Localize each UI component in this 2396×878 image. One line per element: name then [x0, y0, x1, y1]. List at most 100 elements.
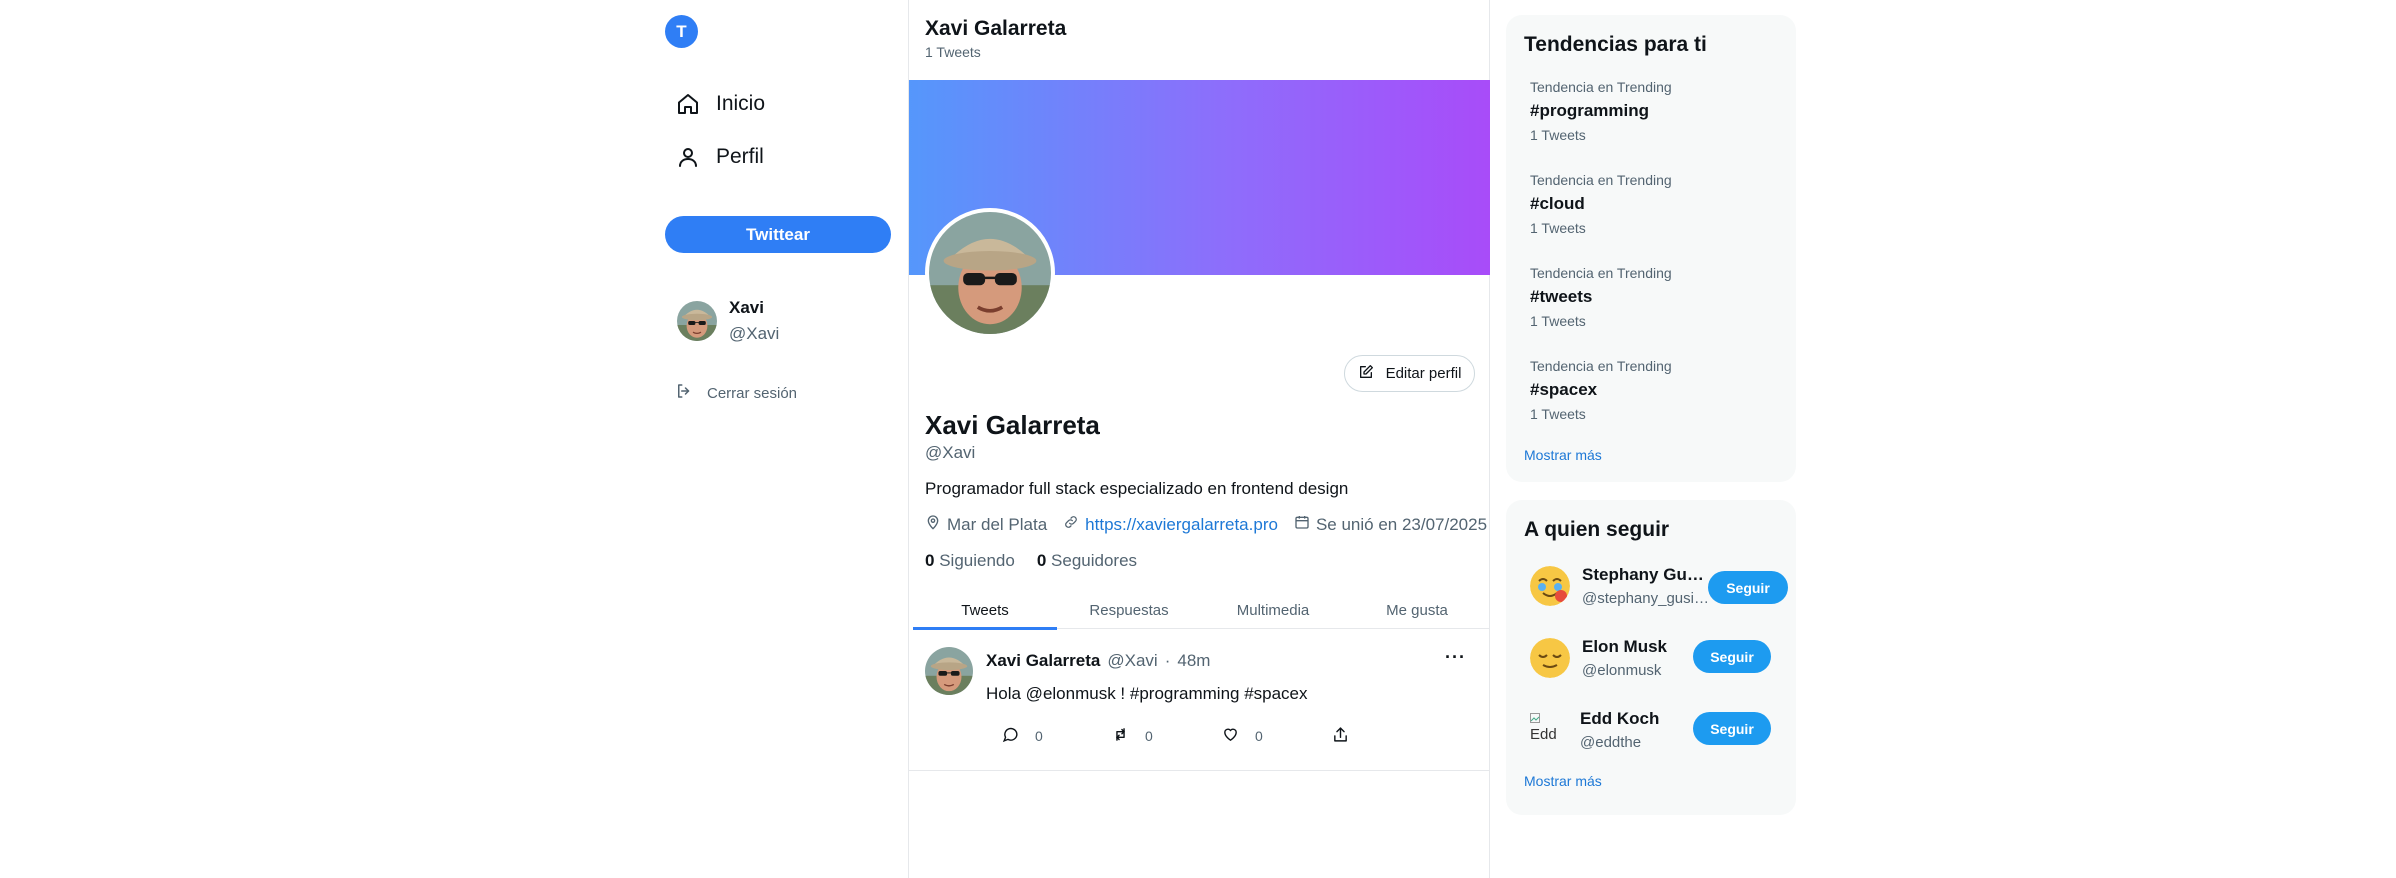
current-user[interactable]: Xavi @Xavi	[677, 298, 779, 344]
trend-count: 1 Tweets	[1530, 220, 1586, 236]
emoji-avatar	[1530, 638, 1570, 678]
suggested-user-handle: @elonmusk	[1582, 662, 1662, 679]
follow-stats: 0 Siguiendo 0 Seguidores	[925, 551, 1137, 571]
following-count: 0	[925, 551, 935, 570]
trend-category: Tendencia en Trending	[1530, 358, 1672, 374]
location-icon	[925, 514, 941, 535]
trend-tag: #spacex	[1530, 380, 1598, 399]
main-column: Xavi Galarreta 1 Tweets Editar perfil Xa…	[908, 0, 1490, 878]
followers-stat[interactable]: 0 Seguidores	[1037, 551, 1137, 571]
tweet-text: Hola @elonmusk ! #programming #spacex	[986, 684, 1308, 703]
website-link[interactable]: https://xaviergalarreta.pro	[1085, 515, 1278, 535]
followers-count: 0	[1036, 551, 1047, 570]
suggested-user-name: Edd Koch	[1580, 709, 1660, 728]
trends-card: Tendencias para ti Tendencia en Trending…	[1506, 15, 1796, 482]
edit-icon	[1358, 364, 1374, 384]
profile-avatar[interactable]	[925, 208, 1055, 338]
who-to-follow-show-more-link[interactable]: Mostrar más	[1524, 773, 1602, 789]
user-icon	[674, 143, 702, 171]
retweet-button[interactable]: 0	[1096, 726, 1206, 746]
reply-icon	[1002, 726, 1019, 746]
trend-category: Tendencia en Trending	[1530, 79, 1672, 95]
logout-button[interactable]: Cerrar sesión	[675, 382, 797, 405]
tab-tweets[interactable]: Tweets	[913, 592, 1057, 630]
trend-tag: #tweets	[1530, 287, 1593, 306]
suggested-user-handle: @stephany_gusi…	[1582, 590, 1709, 607]
avatar[interactable]	[925, 647, 973, 695]
avatar	[677, 301, 717, 341]
nav-item-home[interactable]: Inicio	[674, 90, 765, 118]
reply-button[interactable]: 0	[986, 726, 1096, 746]
trend-category: Tendencia en Trending	[1530, 265, 1672, 281]
tab-multimedia[interactable]: Multimedia	[1201, 592, 1345, 628]
profile-handle: @Xavi	[925, 443, 976, 462]
left-sidebar: T Inicio Perfil Twittear Xavi @Xavi Cerr…	[658, 0, 898, 878]
logout-icon	[675, 382, 693, 405]
tweet-author-handle[interactable]: @Xavi	[1107, 651, 1157, 671]
trend-count: 1 Tweets	[1530, 127, 1586, 143]
current-user-name: Xavi	[729, 298, 764, 317]
suggested-user-name: Stephany Gus…	[1582, 565, 1712, 584]
share-button[interactable]	[1316, 726, 1426, 746]
profile-joined: Se unió en 23/07/2025	[1294, 514, 1487, 535]
tweet-button[interactable]: Twittear	[665, 216, 891, 253]
link-icon	[1063, 514, 1079, 535]
trend-count: 1 Tweets	[1530, 406, 1586, 422]
following-stat[interactable]: 0 Siguiendo	[925, 551, 1015, 571]
nav-label-home: Inicio	[716, 92, 766, 115]
like-button[interactable]: 0	[1206, 726, 1316, 746]
tweet-author-name[interactable]: Xavi Galarreta	[986, 651, 1100, 671]
nav-item-profile[interactable]: Perfil	[674, 143, 764, 171]
emoji-avatar	[1530, 566, 1570, 606]
retweet-count: 0	[1145, 728, 1153, 744]
tab-me-gusta[interactable]: Me gusta	[1345, 592, 1489, 628]
trend-item[interactable]: Tendencia en Trending #spacex 1 Tweets	[1530, 358, 1672, 422]
retweet-icon	[1112, 726, 1129, 746]
more-options-icon[interactable]: ···	[1445, 647, 1466, 668]
logout-label: Cerrar sesión	[707, 385, 798, 402]
profile-website: https://xaviergalarreta.pro	[1063, 514, 1278, 535]
tweet-header: Xavi Galarreta @Xavi · 48m	[986, 651, 1210, 671]
trends-show-more-link[interactable]: Mostrar más	[1524, 447, 1602, 463]
trend-item[interactable]: Tendencia en Trending #cloud 1 Tweets	[1530, 172, 1672, 236]
who-to-follow-card: A quien seguir Stephany Gus… @stephany_g…	[1506, 500, 1796, 815]
home-icon	[674, 90, 702, 118]
broken-image-avatar: Edd	[1530, 711, 1568, 749]
tweet-actions: 0 0 0	[986, 726, 1426, 746]
trend-tag: #programming	[1530, 101, 1650, 120]
tweet-item[interactable]: Xavi Galarreta @Xavi · 48m ··· Hola @elo…	[909, 630, 1490, 771]
reply-count: 0	[1035, 728, 1043, 744]
calendar-icon	[1294, 514, 1310, 535]
like-count: 0	[1255, 728, 1263, 744]
broken-image-icon	[1530, 711, 1540, 727]
header-tweet-count: 1 Tweets	[925, 44, 981, 60]
suggested-user-handle: @eddthe	[1580, 734, 1642, 751]
nav-label-profile: Perfil	[716, 145, 764, 168]
tab-respuestas[interactable]: Respuestas	[1057, 592, 1201, 628]
who-to-follow-title: A quien seguir	[1524, 518, 1670, 541]
trend-category: Tendencia en Trending	[1530, 172, 1672, 188]
profile-name: Xavi Galarreta	[925, 410, 1100, 440]
profile-bio: Programador full stack especializado en …	[925, 479, 1349, 498]
profile-location: Mar del Plata	[925, 514, 1047, 535]
app-logo[interactable]: T	[665, 15, 698, 48]
follow-button[interactable]: Seguir	[1693, 712, 1771, 745]
heart-icon	[1222, 726, 1239, 746]
trend-item[interactable]: Tendencia en Trending #tweets 1 Tweets	[1530, 265, 1672, 329]
edit-profile-label: Editar perfil	[1385, 365, 1462, 382]
profile-meta: Mar del Plata https://xaviergalarreta.pr…	[925, 514, 1487, 535]
location-text: Mar del Plata	[947, 514, 1048, 534]
trend-tag: #cloud	[1530, 194, 1585, 213]
broken-image-alt: Edd	[1530, 726, 1557, 743]
share-icon	[1332, 726, 1349, 746]
following-label: Siguiendo	[939, 551, 1015, 570]
profile-tabs: Tweets Respuestas Multimedia Me gusta	[913, 592, 1489, 630]
follow-button[interactable]: Seguir	[1708, 571, 1788, 604]
tweet-time: 48m	[1177, 651, 1211, 670]
header-name: Xavi Galarreta	[925, 17, 1067, 40]
followers-label: Seguidores	[1051, 551, 1138, 570]
edit-profile-button[interactable]: Editar perfil	[1344, 355, 1475, 392]
trend-count: 1 Tweets	[1530, 313, 1586, 329]
trend-item[interactable]: Tendencia en Trending #programming 1 Twe…	[1530, 79, 1672, 143]
follow-button[interactable]: Seguir	[1693, 640, 1771, 673]
